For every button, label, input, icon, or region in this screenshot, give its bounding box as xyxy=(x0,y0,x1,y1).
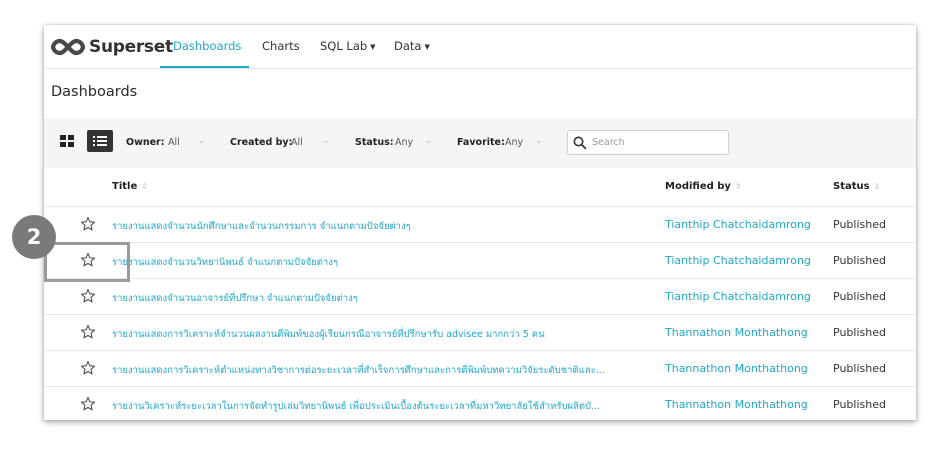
sort-icon: ⇕ xyxy=(873,182,881,191)
list-icon xyxy=(93,136,95,138)
dashboard-title-link[interactable]: รายงานแสดงจำนวนอาจารย์ที่ปรึกษา จำแนกตาม… xyxy=(112,291,652,306)
status-value: Published xyxy=(833,290,886,303)
table-row: รายงานแสดงจำนวนอาจารย์ที่ปรึกษา จำแนกตาม… xyxy=(44,278,916,314)
dashboard-title-link[interactable]: รายงานแสดงการวิเคราะห์ตำแหน่งทางวิชาการต… xyxy=(112,363,652,378)
dashboard-title-link[interactable]: รายงานวิเคราะห์ระยะเวลาในการจัดทำรูปเล่ม… xyxy=(112,399,652,414)
search-icon xyxy=(573,136,587,150)
column-header-title[interactable]: Title ⇕ xyxy=(112,181,148,192)
annotation-highlight-box xyxy=(44,242,130,282)
active-tab-indicator xyxy=(160,66,249,68)
created-by-filter-label: Created by: xyxy=(230,137,293,148)
modified-by-link[interactable]: Tianthip Chatchaidamrong xyxy=(665,254,811,267)
nav-dashboards[interactable]: Dashboards xyxy=(173,39,241,53)
table-row: รายงานแสดงการวิเคราะห์จำนวนผลงานตีพิมพ์ข… xyxy=(44,314,916,350)
table-header: Title ⇕ Modified by ⇕ Status ⇕ xyxy=(44,168,916,206)
chevron-down-icon[interactable]: ⌄ xyxy=(425,136,433,146)
top-navbar: Superset Dashboards Charts SQL Lab ▼ Data… xyxy=(44,25,916,69)
sort-icon: ⇕ xyxy=(734,182,742,191)
modified-by-link[interactable]: Thannathon Monthathong xyxy=(665,326,808,339)
favorite-star-icon[interactable] xyxy=(80,216,96,232)
table-row: รายงานแสดงการวิเคราะห์ตำแหน่งทางวิชาการต… xyxy=(44,350,916,386)
nav-sql-lab-label: SQL Lab xyxy=(320,39,368,53)
step-number-badge: 2 xyxy=(12,215,56,259)
modified-by-link[interactable]: Tianthip Chatchaidamrong xyxy=(665,290,811,303)
modified-by-link[interactable]: Tianthip Chatchaidamrong xyxy=(665,218,811,231)
favorite-star-icon[interactable] xyxy=(80,324,96,340)
page-header: Dashboards xyxy=(44,70,916,118)
table-row: รายงานแสดงจำนวนนักศึกษาและจำนวนกรรมการ จ… xyxy=(44,206,916,242)
brand-name: Superset xyxy=(89,37,173,57)
status-filter-select[interactable]: Any xyxy=(395,137,413,148)
favorite-star-icon[interactable] xyxy=(80,288,96,304)
nav-dashboards-label: Dashboards xyxy=(173,39,242,53)
created-by-filter-select[interactable]: All xyxy=(291,137,303,148)
chevron-down-icon[interactable]: ⌄ xyxy=(535,136,543,146)
status-value: Published xyxy=(833,398,886,411)
owner-filter-label: Owner: xyxy=(126,137,165,148)
table-row: รายงานแสดงจำนวนวิทยานิพนธ์ จำแนกตามปัจจั… xyxy=(44,242,916,278)
table-row: รายงานวิเคราะห์ระยะเวลาในการจัดทำรูปเล่ม… xyxy=(44,386,916,420)
dashboard-title-link[interactable]: รายงานแสดงการวิเคราะห์จำนวนผลงานตีพิมพ์ข… xyxy=(112,327,652,342)
chevron-down-icon: ▼ xyxy=(370,43,376,51)
search-placeholder: Search xyxy=(592,137,625,148)
superset-logo-icon xyxy=(51,38,85,56)
nav-data[interactable]: Data ▼ xyxy=(394,39,430,53)
filter-bar: Owner: All ⌄ Created by: All ⌄ Status: A… xyxy=(44,118,916,168)
status-value: Published xyxy=(833,254,886,267)
status-value: Published xyxy=(833,218,886,231)
status-value: Published xyxy=(833,362,886,375)
owner-filter-select[interactable]: All xyxy=(168,137,180,148)
sort-icon: ⇕ xyxy=(141,182,148,191)
dashboard-title-link[interactable]: รายงานแสดงจำนวนนักศึกษาและจำนวนกรรมการ จ… xyxy=(112,219,652,234)
favorite-filter-select[interactable]: Any xyxy=(505,137,523,148)
dashboard-title-link[interactable]: รายงานแสดงจำนวนวิทยานิพนธ์ จำแนกตามปัจจั… xyxy=(112,255,652,270)
chevron-down-icon[interactable]: ⌄ xyxy=(322,136,330,146)
superset-logo[interactable]: Superset xyxy=(51,36,173,58)
page-title: Dashboards xyxy=(51,84,138,100)
list-view-toggle[interactable] xyxy=(87,130,113,152)
chevron-down-icon: ▼ xyxy=(424,43,430,51)
status-filter-label: Status: xyxy=(355,137,394,148)
favorite-filter-label: Favorite: xyxy=(457,137,505,148)
superset-window: Superset Dashboards Charts SQL Lab ▼ Data… xyxy=(44,25,916,420)
column-header-status[interactable]: Status ⇕ xyxy=(833,181,880,192)
status-value: Published xyxy=(833,326,886,339)
modified-by-link[interactable]: Thannathon Monthathong xyxy=(665,398,808,411)
search-input[interactable]: Search xyxy=(567,130,729,155)
favorite-star-icon[interactable] xyxy=(80,360,96,376)
card-view-toggle[interactable] xyxy=(60,135,74,147)
modified-by-link[interactable]: Thannathon Monthathong xyxy=(665,362,808,375)
nav-charts-label: Charts xyxy=(262,39,300,53)
chevron-down-icon[interactable]: ⌄ xyxy=(198,136,206,146)
favorite-star-icon[interactable] xyxy=(80,396,96,412)
column-header-modified-by[interactable]: Modified by ⇕ xyxy=(665,181,742,192)
nav-sql-lab[interactable]: SQL Lab ▼ xyxy=(320,39,376,53)
grid-icon xyxy=(60,135,66,140)
nav-charts[interactable]: Charts xyxy=(262,39,300,53)
nav-data-label: Data xyxy=(394,39,422,53)
